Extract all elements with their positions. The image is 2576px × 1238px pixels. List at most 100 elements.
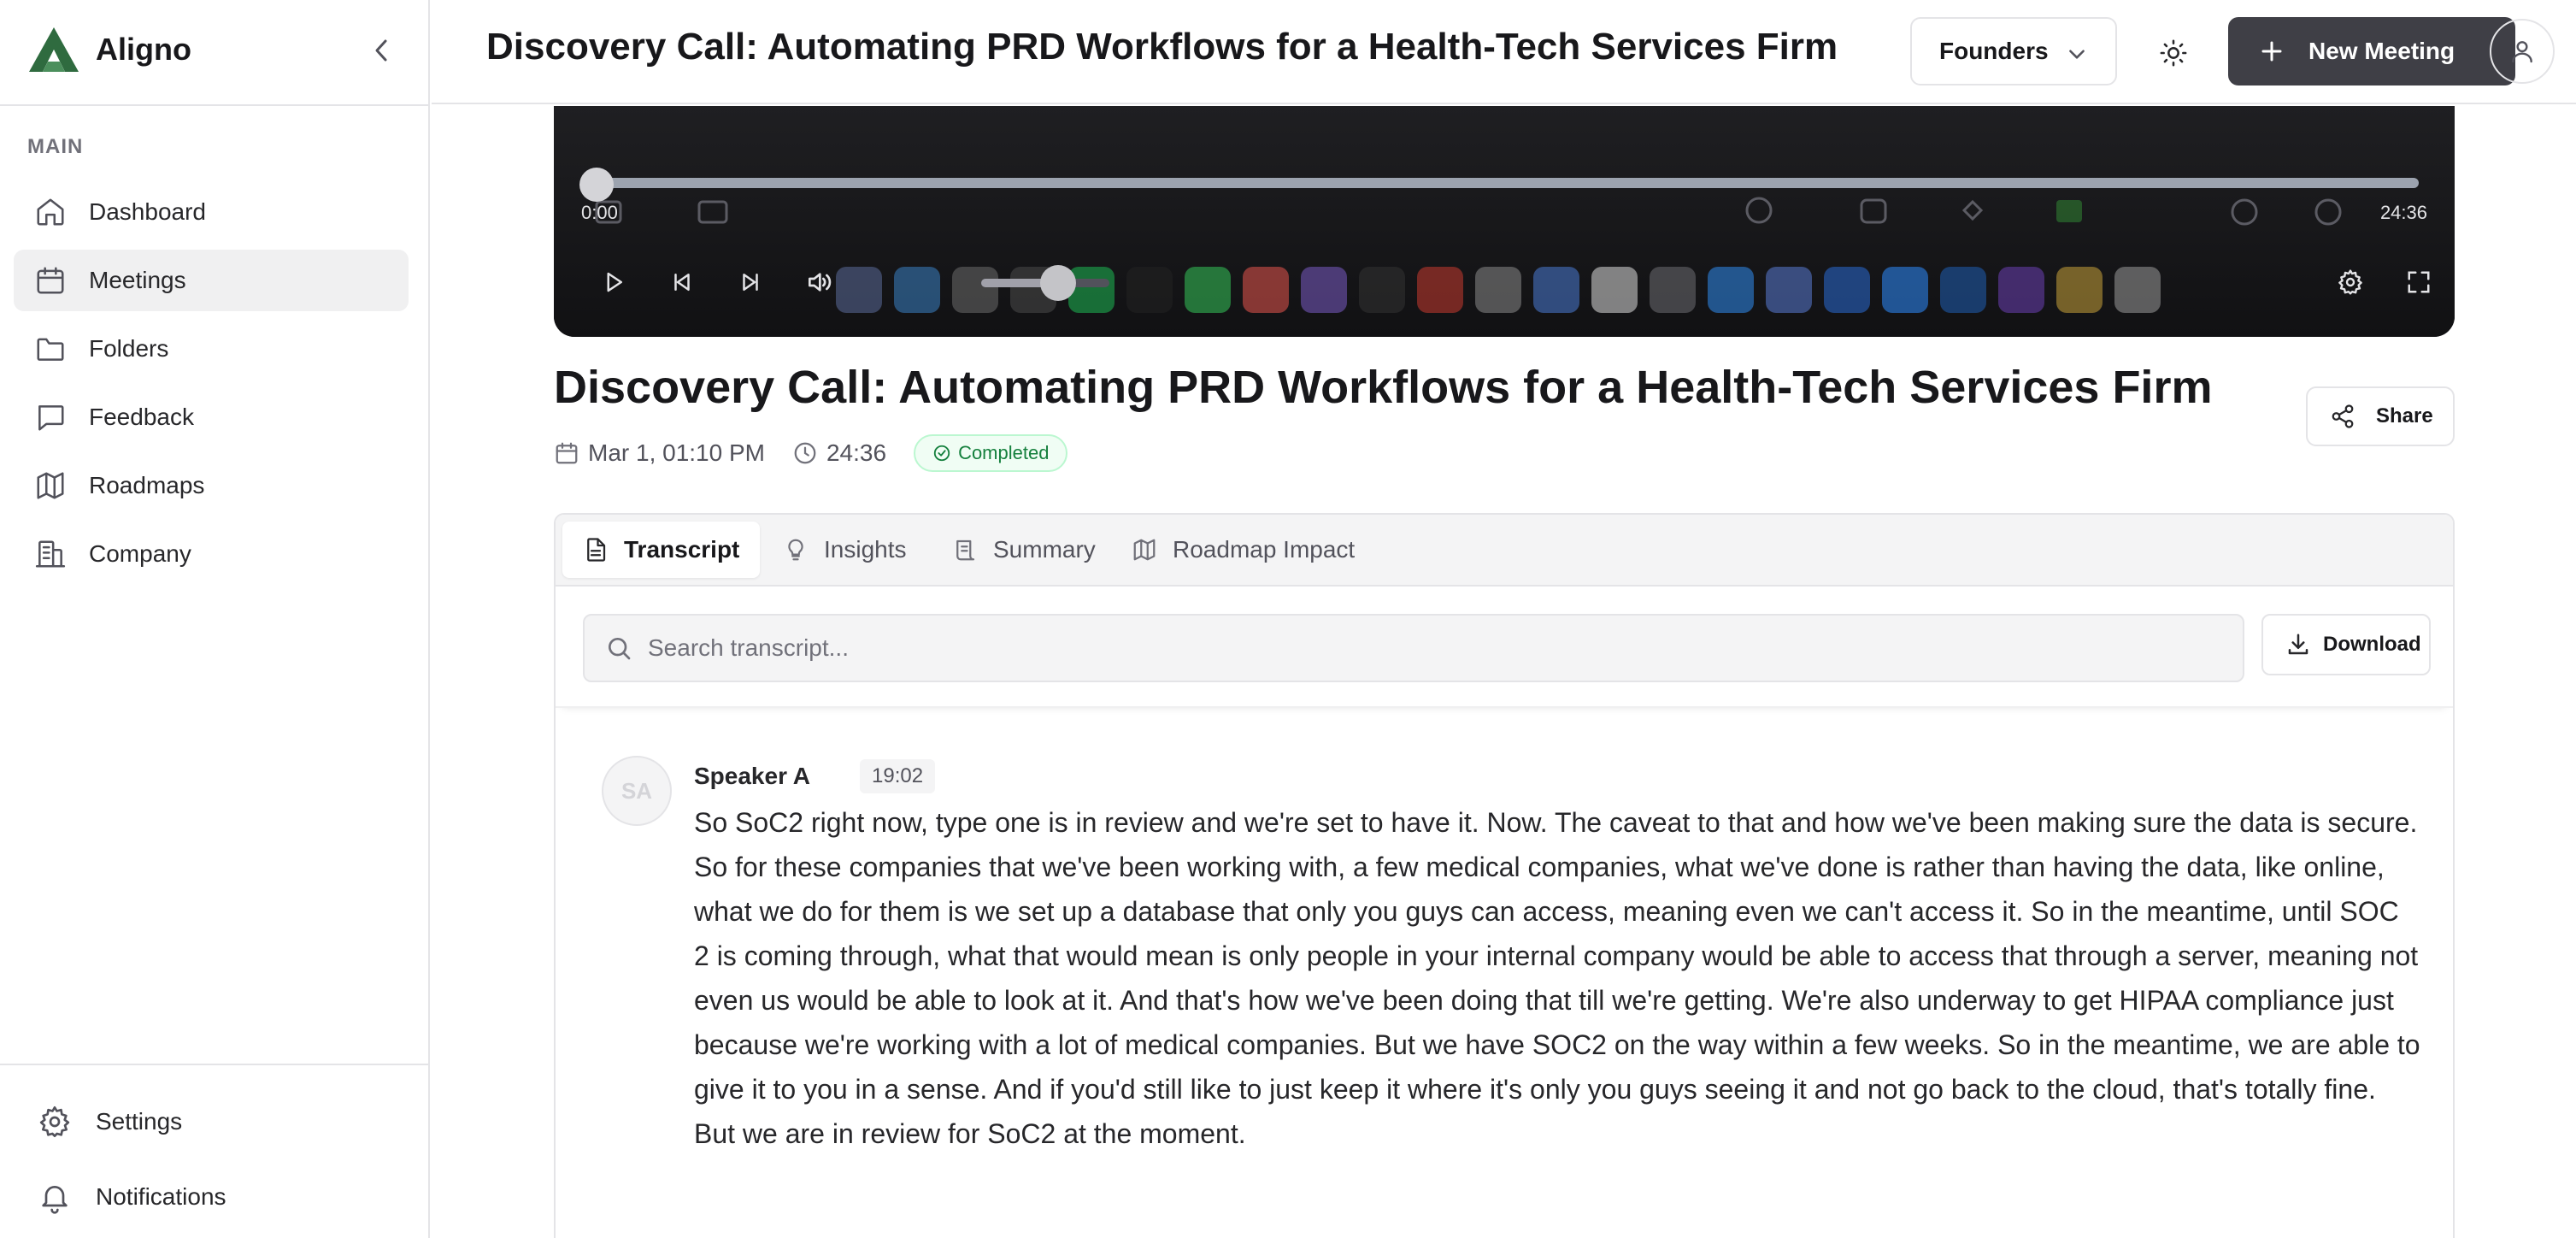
sidebar-item-label: Settings <box>96 1108 183 1135</box>
meeting-meta: Mar 1, 01:10 PM 24:36 Completed <box>554 434 1068 472</box>
seek-bar-handle[interactable] <box>579 168 614 202</box>
tab-transcript[interactable]: Transcript <box>562 522 761 578</box>
current-time: 0:00 <box>581 202 618 223</box>
dock-app-icon <box>1998 267 2044 313</box>
dock-app-icon <box>2056 267 2103 313</box>
workspace-select-value: Founders <box>1939 38 2049 64</box>
dock-app-icon <box>1243 267 1289 313</box>
share-button[interactable]: Share <box>2306 386 2455 446</box>
meeting-title: Discovery Call: Automating PRD Workflows… <box>554 362 2213 413</box>
player-settings-button[interactable] <box>2333 265 2367 299</box>
sidebar-item-meetings[interactable]: Meetings <box>14 250 409 311</box>
skip-back-icon <box>674 274 690 291</box>
brand-name: Aligno <box>96 32 191 67</box>
sidebar-item-label: Company <box>89 540 191 567</box>
sidebar-item-label: Folders <box>89 335 169 362</box>
tab-summary[interactable]: Summary <box>932 522 1116 578</box>
dock-app-icon <box>836 267 882 313</box>
sidebar-item-label: Meetings <box>89 267 186 293</box>
dock-app-icon <box>1475 267 1521 313</box>
clock-icon <box>794 442 816 464</box>
user-icon <box>2512 41 2532 63</box>
dock-app-icon <box>894 267 940 313</box>
collapse-sidebar-button[interactable] <box>368 34 395 67</box>
tab-roadmap-impact[interactable]: Roadmap Impact <box>1111 522 1375 578</box>
new-meeting-button[interactable]: New Meeting <box>2228 17 2515 85</box>
sidebar-item-settings[interactable]: Settings <box>38 1098 182 1146</box>
dock-app-icon <box>1766 267 1812 313</box>
dock-app-icon <box>1068 267 1115 313</box>
gear-icon <box>39 1106 70 1137</box>
video-zoom-toolbar-image <box>595 197 2342 226</box>
skip-back-button[interactable] <box>665 265 699 299</box>
transcript-search-input[interactable] <box>648 634 2186 662</box>
dock-app-icon <box>1417 267 1463 313</box>
download-icon <box>2288 634 2308 655</box>
status-badge-label: Completed <box>958 442 1050 463</box>
video-dock-image <box>836 267 2161 316</box>
dock-app-icon <box>1708 267 1754 313</box>
speaker-name: Speaker A <box>694 763 810 789</box>
tab-insights[interactable]: Insights <box>762 522 927 578</box>
folder-icon <box>37 338 64 361</box>
lightbulb-icon <box>788 539 803 561</box>
bell-icon <box>42 1186 68 1214</box>
sidebar-item-notifications[interactable]: Notifications <box>38 1173 226 1221</box>
sidebar-item-roadmaps[interactable]: Roadmaps <box>14 455 409 516</box>
tab-bar: Transcript Insights Summary Roadmap Impa… <box>556 515 2453 587</box>
share-icon <box>2332 404 2354 428</box>
new-meeting-label: New Meeting <box>2308 38 2455 64</box>
play-icon <box>607 272 622 292</box>
main-content: 0:00 24:36 Discovery Call: Automating PR… <box>432 106 2576 1238</box>
dock-app-icon <box>1824 267 1870 313</box>
calendar-icon <box>37 267 64 294</box>
volume-slider-handle[interactable] <box>1040 265 1076 301</box>
home-icon <box>37 198 64 226</box>
tab-label: Transcript <box>624 536 740 563</box>
chevron-down-icon <box>2069 50 2085 59</box>
dock-app-icon <box>1126 267 1173 313</box>
theme-toggle-button[interactable] <box>2151 31 2196 75</box>
brand[interactable]: Aligno <box>27 26 191 74</box>
page-title: Discovery Call: Automating PRD Workflows… <box>486 26 1838 68</box>
timestamp-badge[interactable]: 19:02 <box>860 759 936 793</box>
sidebar-nav: Dashboard Meetings Folders Feedback Road… <box>14 181 409 592</box>
map-icon <box>37 472 64 499</box>
fullscreen-button[interactable] <box>2402 265 2436 299</box>
dock-app-icon <box>1591 267 1638 313</box>
dock-app-icon <box>1882 267 1928 313</box>
download-button[interactable]: Download <box>2261 614 2431 675</box>
sidebar-item-company[interactable]: Company <box>14 523 409 585</box>
dock-app-icon <box>1650 267 1696 313</box>
skip-forward-button[interactable] <box>733 265 768 299</box>
download-button-label: Download <box>2323 633 2421 656</box>
video-player[interactable]: 0:00 24:36 <box>554 106 2455 337</box>
dock-app-icon <box>2114 267 2161 313</box>
workspace-select[interactable]: Founders <box>1910 17 2117 85</box>
search-icon <box>609 638 631 660</box>
tab-label: Roadmap Impact <box>1173 536 1356 563</box>
seek-bar[interactable] <box>590 178 2419 188</box>
sidebar-item-label: Roadmaps <box>89 472 205 498</box>
skip-forward-icon <box>743 274 758 291</box>
dock-app-icon <box>1359 267 1405 313</box>
transcript-search[interactable] <box>583 614 2244 682</box>
message-icon <box>38 405 64 431</box>
user-profile-button[interactable] <box>2490 19 2555 84</box>
sidebar-item-dashboard[interactable]: Dashboard <box>14 181 409 243</box>
mute-button[interactable] <box>802 265 836 299</box>
sidebar-divider <box>0 1064 430 1065</box>
sidebar-item-folders[interactable]: Folders <box>14 318 409 380</box>
sidebar-item-feedback[interactable]: Feedback <box>14 386 409 448</box>
gear-icon <box>2338 269 2362 295</box>
calendar-icon <box>556 442 578 464</box>
meeting-tabs-panel: Transcript Insights Summary Roadmap Impa… <box>554 513 2455 1238</box>
document-icon <box>587 538 606 562</box>
dock-app-icon <box>952 267 998 313</box>
play-button[interactable] <box>597 265 631 299</box>
sidebar: Aligno MAIN Dashboard Meetings Folders F… <box>0 0 430 1238</box>
top-bar: Discovery Call: Automating PRD Workflows… <box>432 0 2576 104</box>
avatar: SA <box>602 756 672 826</box>
building-icon <box>35 540 66 568</box>
transcript-text: So SoC2 right now, type one is in review… <box>694 807 2420 1149</box>
